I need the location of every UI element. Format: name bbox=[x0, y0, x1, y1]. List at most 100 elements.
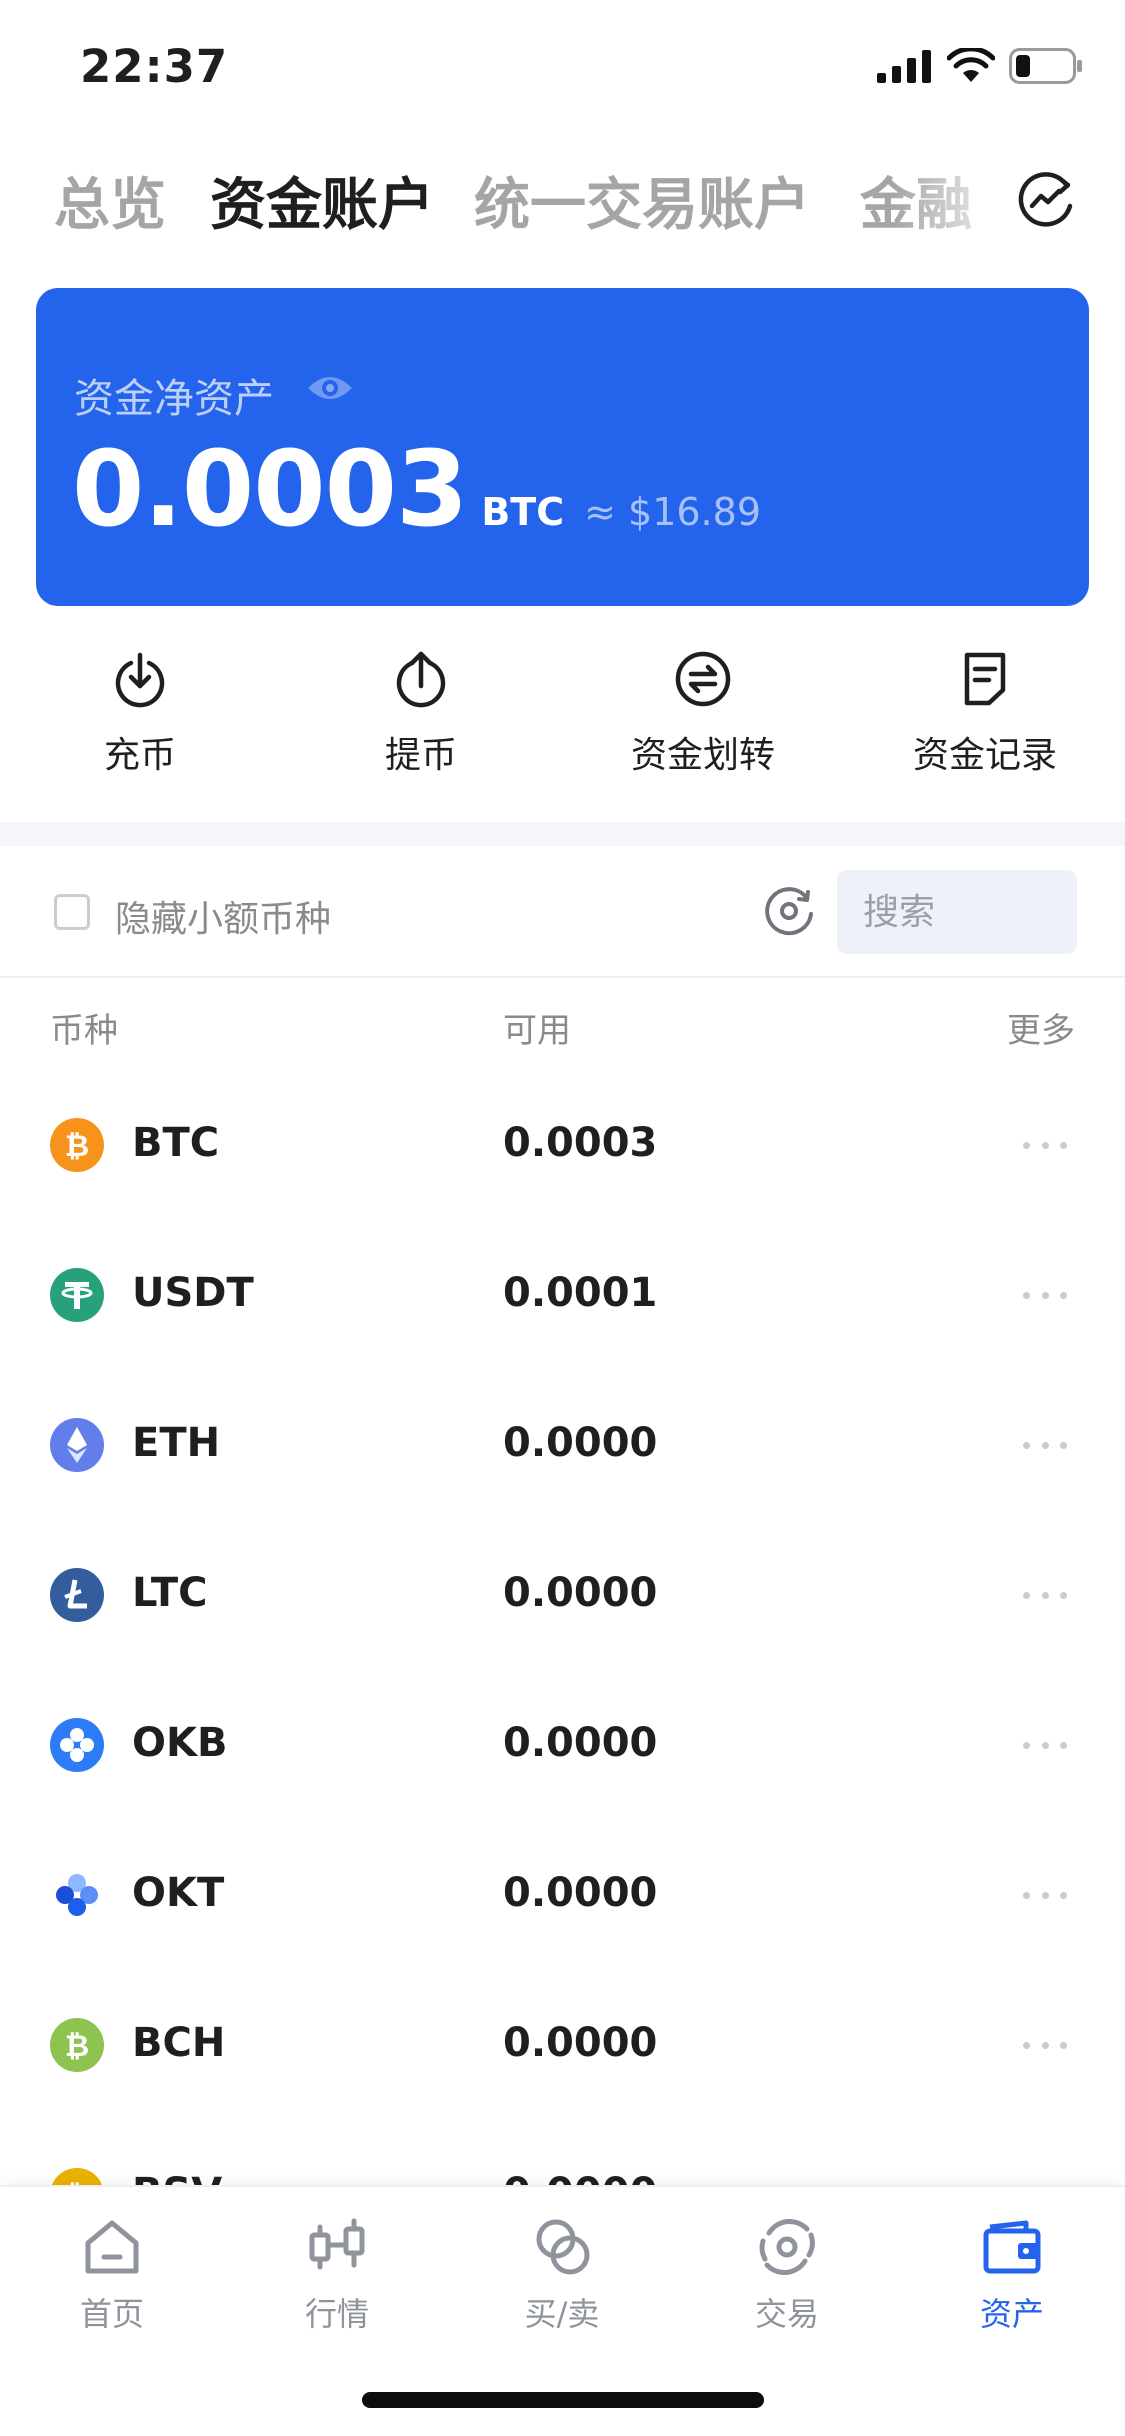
col-header-available: 可用 bbox=[503, 1011, 571, 1051]
coin-row-okt[interactable]: OKT 0.0000 bbox=[0, 1820, 1125, 1970]
nav-buy-sell-label: 买/卖 bbox=[524, 2295, 600, 2333]
coin-row-eth[interactable]: ETH 0.0000 bbox=[0, 1370, 1125, 1520]
tab-overview[interactable]: 总览 bbox=[54, 160, 166, 241]
more-icon[interactable] bbox=[1023, 1430, 1067, 1460]
coin-available: 0.0000 bbox=[503, 2170, 657, 2185]
nav-assets[interactable]: 资产 bbox=[912, 2215, 1112, 2335]
net-asset-usd: ≈ $16.89 bbox=[584, 490, 761, 534]
coin-name: ETH bbox=[132, 1420, 221, 1466]
tab-funding-account[interactable]: 资金账户 bbox=[210, 160, 434, 241]
nav-trade-label: 交易 bbox=[754, 2295, 819, 2333]
bch-icon: ₿ bbox=[50, 2018, 104, 2072]
coin-name: BSV bbox=[132, 2170, 222, 2185]
transfer-button[interactable]: 资金划转 bbox=[593, 650, 813, 778]
nav-market-label: 行情 bbox=[304, 2295, 369, 2333]
account-tabs: 总览 资金账户 统一交易账户 金融 bbox=[0, 150, 1125, 250]
eye-icon[interactable] bbox=[306, 368, 354, 408]
withdraw-label: 提币 bbox=[384, 735, 457, 776]
net-asset-label: 资金净资产 bbox=[74, 376, 274, 422]
small-balance-convert-icon[interactable] bbox=[762, 884, 816, 938]
hide-small-checkbox[interactable] bbox=[54, 894, 90, 930]
coin-available: 0.0000 bbox=[503, 1420, 658, 1466]
search-input[interactable] bbox=[863, 888, 1053, 936]
signal-icon bbox=[877, 50, 931, 83]
coin-available: 0.0000 bbox=[503, 1720, 658, 1766]
nav-home[interactable]: 首页 bbox=[12, 2215, 212, 2335]
coin-available: 0.0003 bbox=[503, 1120, 658, 1166]
status-icons bbox=[877, 48, 1083, 84]
home-indicator bbox=[362, 2392, 764, 2408]
bsv-icon: ₿ bbox=[50, 2168, 104, 2185]
coin-name: BCH bbox=[132, 2020, 226, 2066]
net-asset-card: 资金净资产 0.0003 BTC ≈ $16.89 bbox=[36, 288, 1089, 606]
net-asset-value: 0.0003 bbox=[72, 428, 468, 550]
section-divider bbox=[0, 822, 1125, 846]
nav-home-label: 首页 bbox=[79, 2295, 144, 2333]
coin-name: BTC bbox=[132, 1120, 220, 1166]
coin-row-bsv[interactable]: ₿ BSV 0.0000 bbox=[0, 2120, 1125, 2185]
record-icon bbox=[964, 652, 1006, 706]
ltc-icon bbox=[50, 1568, 104, 1622]
buy-sell-icon bbox=[536, 2219, 590, 2275]
more-icon[interactable] bbox=[1023, 1580, 1067, 1610]
records-button[interactable]: 资金记录 bbox=[875, 650, 1095, 778]
deposit-icon bbox=[115, 652, 165, 708]
coin-row-ltc[interactable]: LTC 0.0000 bbox=[0, 1520, 1125, 1670]
coin-name: OKT bbox=[132, 1870, 225, 1916]
records-label: 资金记录 bbox=[912, 735, 1057, 776]
wifi-icon bbox=[947, 48, 995, 82]
market-icon bbox=[309, 2218, 365, 2270]
coin-name: USDT bbox=[132, 1270, 254, 1316]
withdraw-button[interactable]: 提币 bbox=[311, 650, 531, 778]
battery-icon bbox=[1009, 48, 1082, 84]
col-header-coin: 币种 bbox=[50, 1011, 118, 1051]
nav-assets-label: 资产 bbox=[979, 2295, 1044, 2333]
more-icon[interactable] bbox=[1023, 1280, 1067, 1310]
coin-available: 0.0000 bbox=[503, 1570, 658, 1616]
nav-market[interactable]: 行情 bbox=[237, 2215, 437, 2335]
more-icon[interactable] bbox=[1023, 1130, 1067, 1160]
more-icon[interactable] bbox=[1023, 1730, 1067, 1760]
coin-row-usdt[interactable]: USDT 0.0001 bbox=[0, 1220, 1125, 1370]
coin-available: 0.0001 bbox=[503, 1270, 658, 1316]
status-time: 22:37 bbox=[80, 40, 229, 93]
transfer-icon bbox=[675, 651, 731, 707]
deposit-button[interactable]: 充币 bbox=[30, 650, 250, 778]
btc-icon: ₿ bbox=[50, 1118, 104, 1172]
screen: 22:37 总览 资金账户 统一交易账户 金融 bbox=[0, 0, 1125, 2436]
withdraw-icon bbox=[396, 651, 446, 708]
more-icon[interactable] bbox=[1023, 1880, 1067, 1910]
search-box[interactable] bbox=[837, 870, 1077, 954]
svg-text:₿: ₿ bbox=[65, 2029, 89, 2064]
okt-icon bbox=[50, 1868, 104, 1922]
coin-available: 0.0000 bbox=[503, 2020, 658, 2066]
svg-text:₿: ₿ bbox=[65, 1129, 89, 1164]
coin-name: LTC bbox=[132, 1570, 208, 1616]
net-asset-value-row: 0.0003 BTC ≈ $16.89 bbox=[72, 428, 761, 550]
filter-bar: 隐藏小额币种 bbox=[0, 846, 1125, 978]
wallet-icon bbox=[983, 2220, 1041, 2274]
more-icon[interactable] bbox=[1023, 2030, 1067, 2060]
net-asset-unit: BTC bbox=[481, 490, 565, 534]
coin-available: 0.0000 bbox=[503, 1870, 658, 1916]
deposit-label: 充币 bbox=[103, 735, 176, 776]
eth-icon bbox=[50, 1418, 104, 1472]
status-bar: 22:37 bbox=[0, 0, 1125, 135]
home-icon bbox=[85, 2220, 139, 2274]
transfer-label: 资金划转 bbox=[630, 735, 775, 776]
nav-trade[interactable]: 交易 bbox=[687, 2215, 887, 2335]
col-header-more: 更多 bbox=[1007, 1011, 1075, 1051]
trade-icon bbox=[759, 2218, 815, 2276]
tab-unified-trading-account[interactable]: 统一交易账户 bbox=[474, 160, 810, 241]
usdt-icon bbox=[50, 1268, 104, 1322]
okb-icon bbox=[50, 1718, 104, 1772]
nav-buy-sell[interactable]: 买/卖 bbox=[462, 2215, 662, 2335]
coin-row-okb[interactable]: OKB 0.0000 bbox=[0, 1670, 1125, 1820]
quick-actions: 充币 提币 资金划转 资金记录 bbox=[0, 650, 1125, 790]
coin-name: OKB bbox=[132, 1720, 228, 1766]
coin-row-bch[interactable]: ₿ BCH 0.0000 bbox=[0, 1970, 1125, 2120]
refresh-chart-icon[interactable] bbox=[1015, 168, 1077, 230]
hide-small-label[interactable]: 隐藏小额币种 bbox=[115, 890, 331, 942]
coin-row-btc[interactable]: ₿ BTC 0.0003 bbox=[0, 1070, 1125, 1220]
coin-list: ₿ BTC 0.0003 USDT 0.0001 ETH 0.0000 LTC … bbox=[0, 1070, 1125, 2185]
